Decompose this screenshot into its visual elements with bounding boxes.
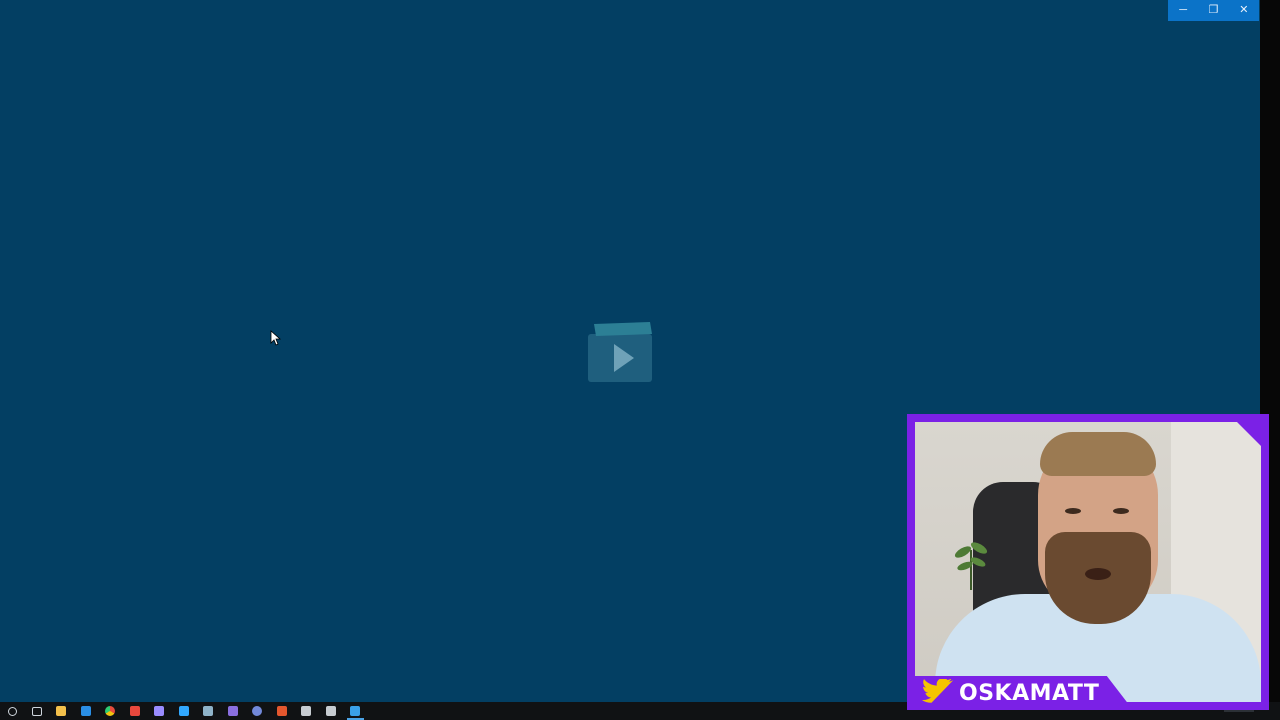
app-red-icon[interactable] <box>123 702 148 720</box>
plant <box>954 542 988 590</box>
monitor-icon[interactable] <box>319 702 344 720</box>
task-view-icon-glyph <box>31 706 42 716</box>
monitor-icon-glyph <box>325 706 336 716</box>
person-eye-left <box>1065 508 1081 514</box>
desktop-screen: ─ ❐ ✕ OSKAMATT <box>0 0 1280 720</box>
person-mouth <box>1085 568 1111 580</box>
illustrator-icon-glyph <box>203 706 214 716</box>
app-orange-icon[interactable] <box>270 702 295 720</box>
settings-icon[interactable] <box>294 702 319 720</box>
chrome-icon[interactable] <box>98 702 123 720</box>
settings-icon-glyph <box>301 706 312 716</box>
premiere-icon-glyph <box>154 706 165 716</box>
discord-icon-glyph <box>252 706 263 716</box>
window-controls: ─ ❐ ✕ <box>1168 0 1259 21</box>
search-icon-glyph <box>7 706 17 716</box>
app-purple-icon-glyph <box>227 706 238 716</box>
mail-icon[interactable] <box>74 702 99 720</box>
mouse-cursor-icon <box>270 330 282 346</box>
discord-icon[interactable] <box>245 702 270 720</box>
task-view-icon[interactable] <box>25 702 50 720</box>
webcam-video <box>915 422 1261 702</box>
file-explorer-icon[interactable] <box>49 702 74 720</box>
webcam-overlay: OSKAMATT <box>907 414 1269 710</box>
twitter-bird-icon <box>921 679 954 703</box>
chrome-icon-glyph <box>105 706 116 716</box>
photoshop-icon-glyph <box>178 706 189 716</box>
person-hair <box>1040 432 1156 476</box>
file-explorer-icon-glyph <box>56 706 67 716</box>
restore-button[interactable]: ❐ <box>1198 0 1228 21</box>
app-red-icon-glyph <box>129 706 140 716</box>
app-orange-icon-glyph <box>276 706 287 716</box>
video-editor-icon[interactable] <box>343 702 368 720</box>
name-banner: OSKAMATT <box>915 676 1133 710</box>
streamer-handle: OSKAMATT <box>959 680 1100 706</box>
search-icon[interactable] <box>0 702 25 720</box>
video-clapper-play-icon <box>588 322 652 382</box>
close-button[interactable]: ✕ <box>1229 0 1259 21</box>
illustrator-icon[interactable] <box>196 702 221 720</box>
premiere-icon[interactable] <box>147 702 172 720</box>
app-purple-icon[interactable] <box>221 702 246 720</box>
photoshop-icon[interactable] <box>172 702 197 720</box>
person-eye-right <box>1113 508 1129 514</box>
video-editor-icon-glyph <box>350 706 361 716</box>
mail-icon-glyph <box>80 706 91 716</box>
minimize-button[interactable]: ─ <box>1168 0 1198 21</box>
